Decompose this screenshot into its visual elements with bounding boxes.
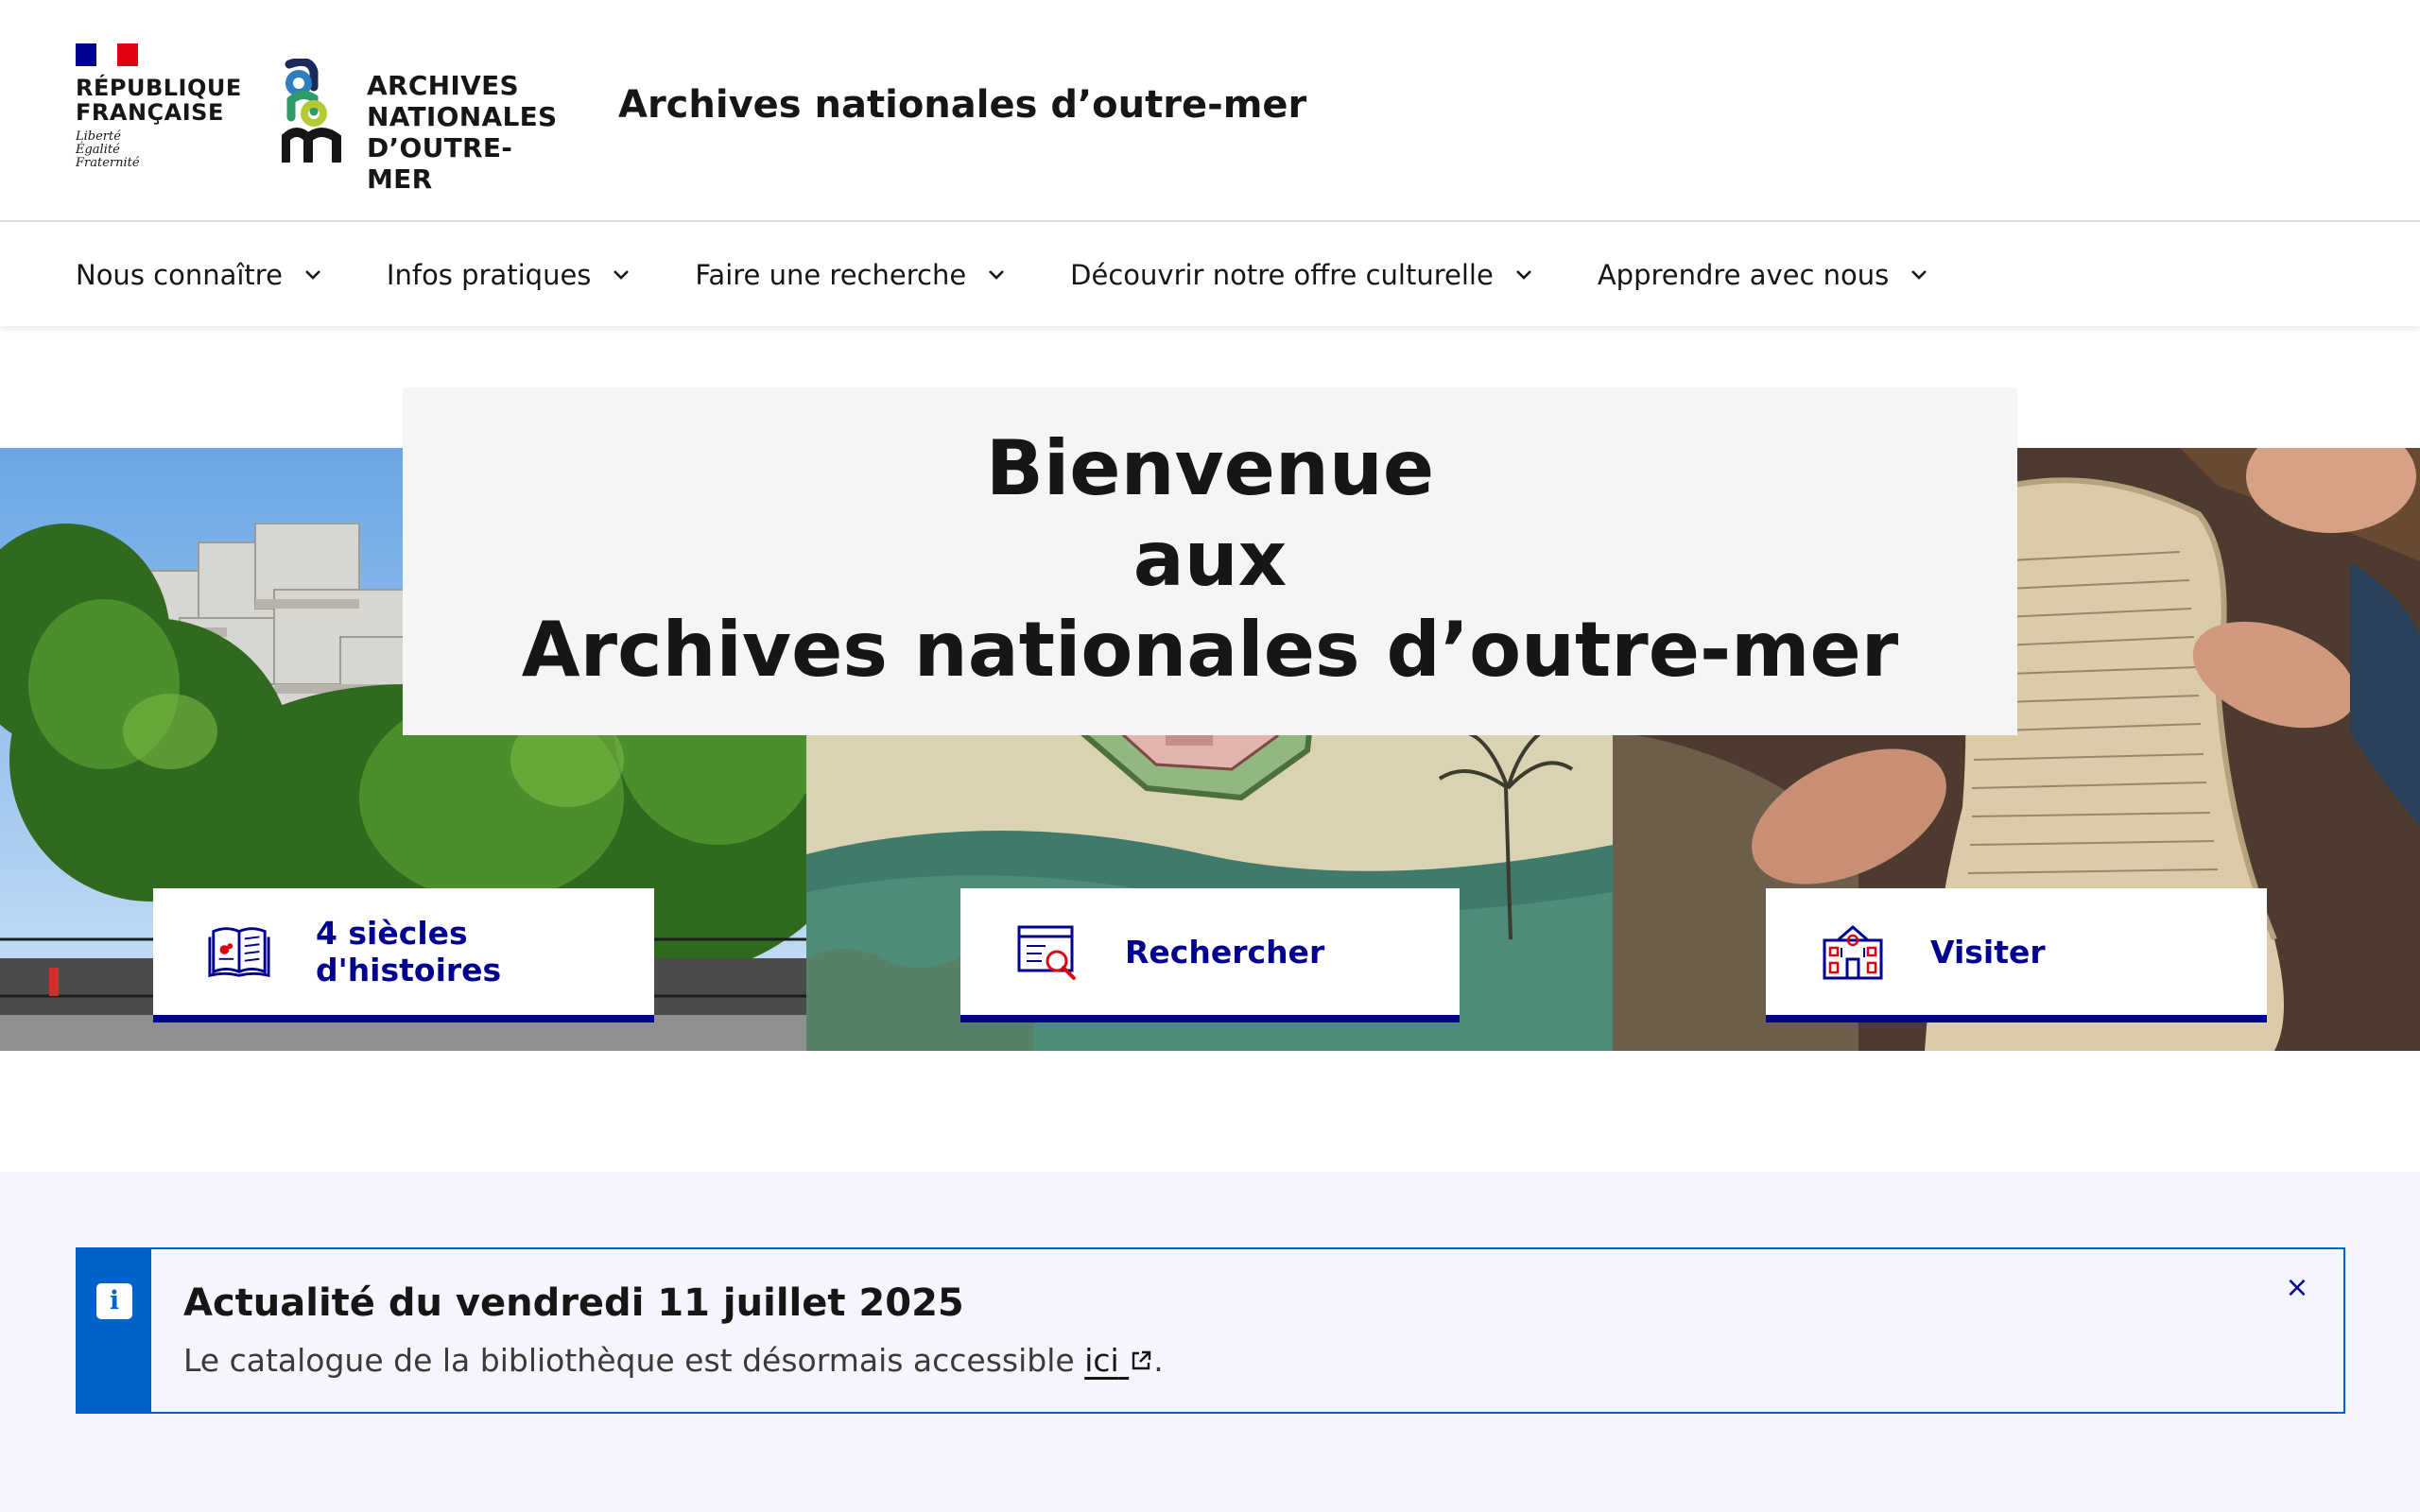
rf-name-line1: RÉPUBLIQUE (76, 75, 242, 101)
notice-side-bar: i (78, 1249, 151, 1412)
chevron-down-icon (302, 264, 324, 286)
notice-text-after: . (1153, 1342, 1164, 1379)
info-icon: i (96, 1283, 132, 1319)
republique-francaise-logo[interactable]: RÉPUBLIQUE FRANÇAISE Liberté Égalité Fra… (76, 43, 242, 185)
anom-logo-text: ARCHIVES NATIONALES D’OUTRE-MER (367, 70, 565, 195)
nav-item-nous-connaitre[interactable]: Nous connaître (76, 224, 324, 326)
chevron-down-icon (1908, 264, 1930, 286)
welcome-line-1: Bienvenue (985, 424, 1435, 512)
welcome-line-3: Archives nationales d’outre-mer (521, 606, 1899, 694)
main-navigation: Nous connaître Infos pratiques Faire une… (0, 224, 2420, 326)
info-notice: i Actualité du vendredi 11 juillet 2025 … (76, 1247, 2345, 1414)
rf-motto: Liberté Égalité Fraternité (76, 130, 236, 170)
anom-logo-mark-icon (282, 59, 341, 163)
anom-line3: D’OUTRE-MER (367, 132, 513, 195)
welcome-heading: Bienvenue aux Archives nationales d’outr… (403, 387, 2017, 735)
site-header: RÉPUBLIQUE FRANÇAISE Liberté Égalité Fra… (0, 0, 2420, 222)
nav-item-apprendre-avec-nous[interactable]: Apprendre avec nous (1598, 224, 1930, 326)
catalogue-link[interactable]: ici (1084, 1342, 1153, 1379)
nav-item-label: Apprendre avec nous (1597, 259, 1890, 291)
tile-rechercher[interactable]: Rechercher (960, 888, 1460, 1022)
close-icon: × (2285, 1271, 2309, 1304)
nav-item-label: Découvrir notre offre culturelle (1070, 259, 1494, 291)
rf-motto-egalite: Égalité (76, 143, 120, 157)
tile-4-siecles-histoires[interactable]: 4 siècles d'histoires (153, 888, 654, 1022)
close-notice-button[interactable]: × (2279, 1270, 2315, 1306)
nav-item-offre-culturelle[interactable]: Découvrir notre offre culturelle (1070, 224, 1535, 326)
rf-name: RÉPUBLIQUE FRANÇAISE (76, 75, 242, 126)
tile-label: Rechercher (1125, 933, 1325, 971)
welcome-line-2: aux (1132, 515, 1288, 603)
nav-item-label: Faire une recherche (695, 259, 967, 291)
nav-item-label: Infos pratiques (386, 259, 592, 291)
notice-title: Actualité du vendredi 11 juillet 2025 (183, 1281, 964, 1325)
site-title[interactable]: Archives nationales d’outre-mer (618, 83, 1306, 127)
building-icon (1823, 925, 1883, 980)
tile-label: Visiter (1930, 933, 2046, 971)
chevron-down-icon (610, 264, 632, 286)
external-link-icon (1132, 1350, 1151, 1370)
notice-text-before: Le catalogue de la bibliothèque est déso… (183, 1342, 1085, 1379)
anom-line1: ARCHIVES (367, 70, 519, 101)
anom-line2: NATIONALES (367, 101, 558, 132)
tile-label: 4 siècles d'histoires (315, 915, 502, 988)
notice-text: Le catalogue de la bibliothèque est déso… (183, 1342, 1164, 1379)
anom-logo[interactable]: ARCHIVES NATIONALES D’OUTRE-MER (282, 59, 565, 195)
rf-motto-liberte: Liberté (76, 129, 121, 144)
nav-item-faire-une-recherche[interactable]: Faire une recherche (695, 224, 1008, 326)
catalogue-link-label: ici (1084, 1342, 1119, 1379)
nav-item-infos-pratiques[interactable]: Infos pratiques (387, 224, 632, 326)
tile-visiter[interactable]: Visiter (1766, 888, 2267, 1022)
marianne-flag-icon (76, 43, 138, 66)
search-document-icon (1017, 925, 1076, 980)
chevron-down-icon (1512, 264, 1535, 286)
open-book-icon (208, 927, 270, 978)
rf-motto-fraternite: Fraternité (76, 156, 140, 170)
rf-name-line2: FRANÇAISE (76, 99, 224, 126)
nav-item-label: Nous connaître (76, 259, 283, 291)
chevron-down-icon (985, 264, 1008, 286)
